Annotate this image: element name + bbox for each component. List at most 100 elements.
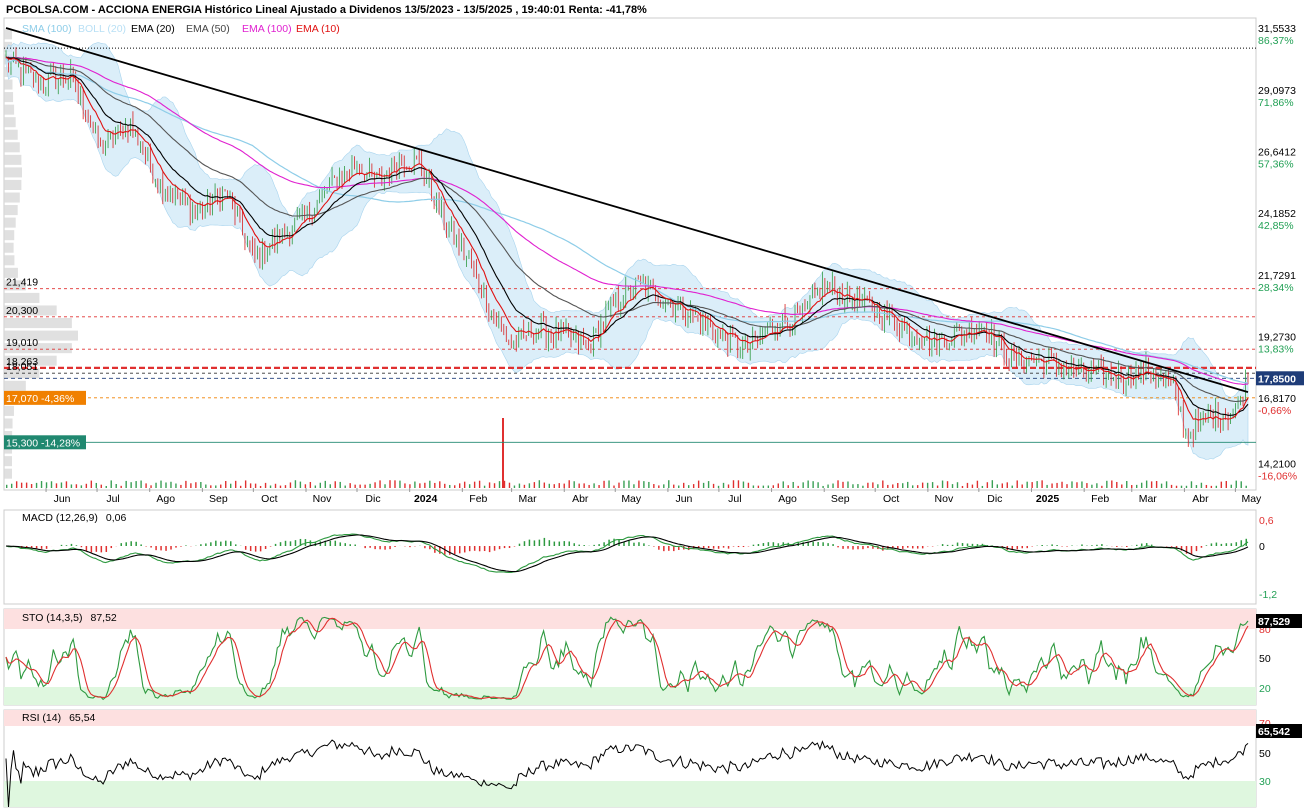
macd-hist-bar	[1051, 544, 1053, 546]
volume-bar	[95, 482, 98, 488]
volume-bar	[792, 481, 794, 488]
volume-bar	[752, 485, 755, 488]
volume-bar	[842, 481, 844, 488]
price-tick-5: 19,2730	[1258, 332, 1296, 344]
macd-hist-bar	[85, 546, 88, 551]
month-label-19: 2025	[1036, 493, 1060, 505]
volume-profile-bar	[4, 117, 16, 128]
volume-bar	[414, 481, 416, 488]
volume-bar	[1160, 483, 1163, 488]
macd-hist-bar	[150, 546, 152, 548]
volume-profile-bar	[4, 217, 16, 228]
volume-bar	[1245, 485, 1247, 488]
volume-bar	[40, 481, 43, 488]
volume-bar	[334, 481, 336, 488]
volume-bar	[439, 481, 441, 488]
macd-hist-bar	[702, 546, 705, 549]
volume-bar	[1175, 485, 1178, 488]
macd-hist-bar	[961, 543, 964, 546]
macd-hist-bar	[643, 543, 645, 546]
volume-profile-bar	[4, 142, 20, 153]
macd-hist-bar	[951, 544, 954, 546]
volume-bar	[339, 481, 341, 488]
volume-bar	[190, 483, 192, 488]
volume-bar	[817, 482, 819, 488]
volume-bar	[1026, 481, 1028, 488]
volume-bar	[264, 482, 267, 488]
rsi-current-value: 65,542	[1258, 726, 1290, 738]
volume-profile-bar	[4, 318, 72, 329]
volume-bar	[757, 485, 760, 488]
volume-bar	[1006, 482, 1008, 488]
volume-bar	[444, 483, 446, 488]
volume-bar	[120, 485, 122, 488]
volume-bar	[722, 482, 725, 488]
volume-bar	[1081, 481, 1083, 488]
volume-bar	[254, 483, 257, 488]
volume-bar	[832, 483, 834, 488]
volume-bar	[1185, 485, 1188, 488]
macd-hist-bar	[429, 546, 431, 550]
macd-hist-bar	[752, 544, 755, 546]
volume-bar	[6, 484, 8, 488]
volume-bar	[986, 482, 989, 488]
price-pct-6: -0,66%	[1258, 405, 1291, 417]
volume-bar	[75, 484, 78, 488]
volume-bar	[802, 482, 804, 488]
macd-hist-bar	[488, 546, 491, 553]
macd-hist-bar	[45, 546, 48, 549]
macd-hist-bar	[503, 546, 506, 549]
month-label-20: Feb	[1091, 493, 1109, 505]
volume-bar	[1240, 481, 1242, 488]
macd-panel-frame	[3, 509, 1257, 605]
macd-hist-bar	[817, 542, 819, 546]
macd-hist-bar	[603, 542, 605, 546]
volume-profile-bar	[4, 380, 26, 391]
macd-hist-bar	[493, 546, 496, 551]
volume-bar	[185, 480, 187, 488]
volume-bar	[195, 482, 197, 488]
macd-hist-bar	[543, 537, 546, 546]
macd-hist-bar	[35, 546, 38, 549]
volume-bar	[65, 481, 68, 488]
volume-bar	[663, 484, 665, 488]
volume-bar	[284, 485, 287, 488]
macd-hist-bar	[40, 546, 43, 549]
volume-bar	[1190, 481, 1193, 488]
volume-bar	[762, 485, 765, 488]
macd-hist-bar	[379, 546, 381, 550]
macd-hist-bar	[971, 543, 974, 546]
volume-bar	[249, 483, 252, 488]
volume-bar	[732, 480, 735, 488]
macd-hist-bar	[125, 542, 127, 546]
macd-hist-bar	[558, 541, 561, 546]
current-price-value: 17,8500	[1258, 373, 1296, 385]
volume-bar	[961, 485, 964, 488]
rsi-oversold-zone	[4, 781, 1256, 807]
macd-tick-top: 0,6	[1259, 515, 1274, 527]
volume-bar	[419, 483, 421, 488]
macd-hist-bar	[673, 546, 675, 552]
macd-hist-bar	[130, 541, 132, 546]
volume-bar	[15, 481, 18, 488]
macd-hist-bar	[369, 546, 371, 548]
volume-bar	[389, 480, 391, 488]
volume-bar	[165, 482, 167, 488]
macd-hist-bar	[70, 543, 73, 546]
macd-hist-bar	[921, 546, 924, 549]
macd-hist-bar	[518, 543, 521, 546]
volume-bar	[1220, 481, 1223, 488]
macd-tick-zero: 0	[1259, 541, 1265, 553]
volume-bar	[673, 484, 675, 488]
volume-bar	[1121, 484, 1123, 488]
price-tick-2: 26,6412	[1258, 147, 1296, 159]
rsi-tick-30: 30	[1259, 776, 1271, 788]
volume-bar	[225, 480, 227, 488]
volume-bar	[678, 485, 680, 488]
macd-hist-bar	[722, 546, 725, 548]
macd-hist-bar	[364, 546, 366, 549]
macd-hist-bar	[160, 546, 162, 551]
volume-bar	[668, 480, 670, 488]
volume-bar	[797, 485, 799, 488]
volume-bar	[503, 480, 506, 488]
